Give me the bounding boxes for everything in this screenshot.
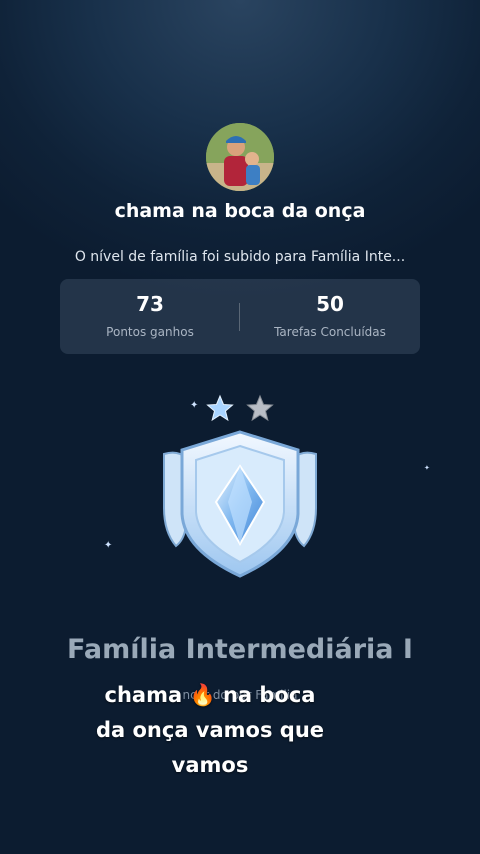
stat-tasks: 50 Tarefas Concluídas <box>240 279 420 354</box>
caption-line-3: vamos <box>171 753 249 777</box>
level-up-message: O nível de família foi subido para Famíl… <box>74 249 406 265</box>
stats-panel: 73 Pontos ganhos 50 Tarefas Concluídas <box>60 279 420 354</box>
level-name: Família Intermediária I <box>67 634 413 665</box>
star-filled-icon <box>206 394 234 422</box>
stat-points: 73 Pontos ganhos <box>60 279 240 354</box>
stat-points-label: Pontos ganhos <box>106 325 194 339</box>
stat-tasks-value: 50 <box>316 292 344 316</box>
caption-word: chama <box>104 683 183 707</box>
sparkle-icon: ✦ <box>104 540 113 551</box>
sparkle-icon: ✦ <box>424 464 430 472</box>
level-stars <box>206 394 274 422</box>
family-level-badge-icon <box>163 430 317 578</box>
profile-name: chama na boca da onça <box>114 200 366 222</box>
star-empty-icon <box>246 394 274 422</box>
stat-tasks-label: Tarefas Concluídas <box>274 325 386 339</box>
sparkle-icon: ✦ <box>190 400 199 411</box>
avatar-photo-icon <box>206 123 274 191</box>
user-avatar[interactable] <box>206 123 274 191</box>
caption-line-2: da onça vamos que <box>95 718 325 742</box>
caption-word: na boca <box>222 683 316 707</box>
caption-line-1: chama 🔥 na boca <box>60 678 360 713</box>
stat-points-value: 73 <box>136 292 164 316</box>
fire-emoji-icon: 🔥 <box>189 683 216 707</box>
video-caption: chama 🔥 na boca da onça vamos que vamos <box>60 678 360 783</box>
